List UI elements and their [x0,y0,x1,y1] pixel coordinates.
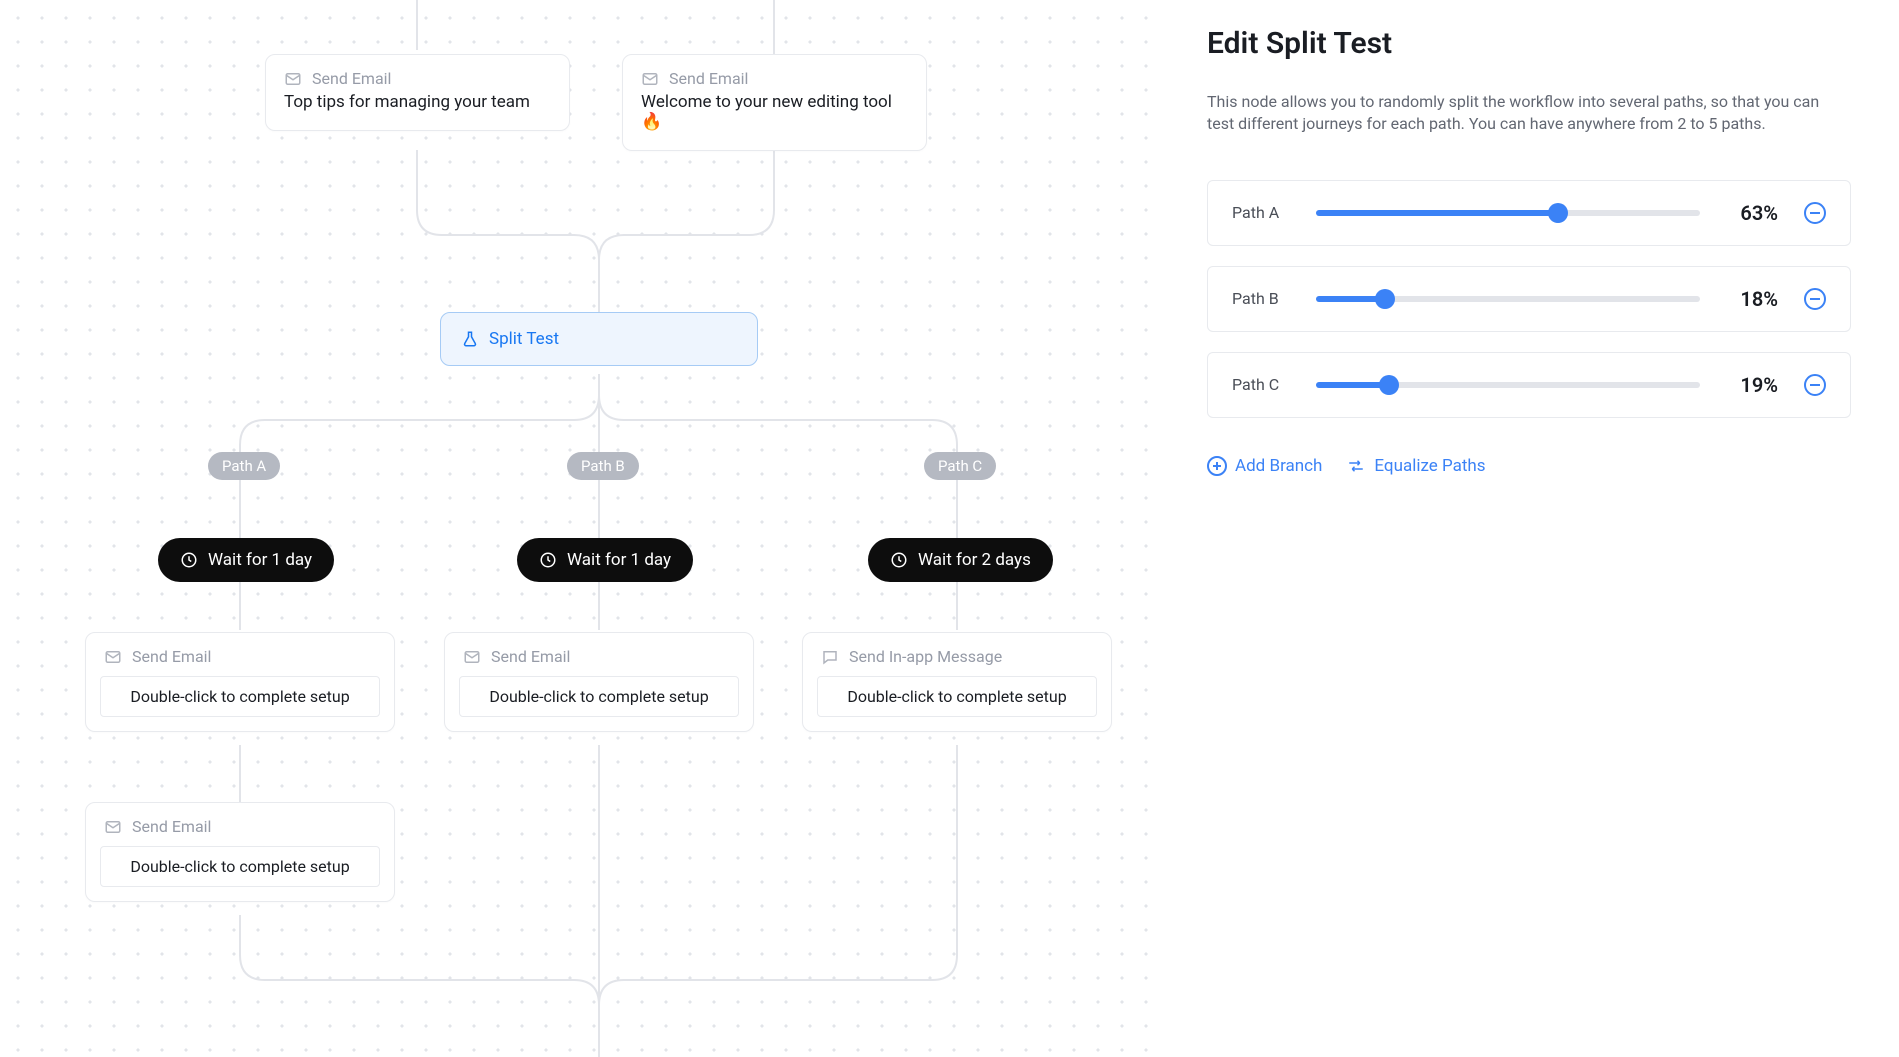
inapp-node-c1[interactable]: Send In-app Message Double-click to comp… [802,632,1112,732]
sidebar-description: This node allows you to randomly split t… [1207,91,1827,136]
path-label: Path A [1232,203,1290,222]
flask-icon [461,330,479,348]
email-node-1[interactable]: Send Email Top tips for managing your te… [265,54,570,131]
node-type-label: Send Email [669,69,748,88]
email-node-2[interactable]: Send Email Welcome to your new editing t… [622,54,927,151]
path-value: 18% [1726,287,1778,311]
path-value: 63% [1726,201,1778,225]
path-slider-b[interactable] [1316,296,1700,302]
path-label: Path B [1232,289,1290,308]
equalize-icon [1346,457,1366,475]
node-type-label: Send In-app Message [849,647,1002,666]
path-badge-c: Path C [924,452,996,480]
path-slider-c[interactable] [1316,382,1700,388]
wait-label: Wait for 1 day [208,550,312,570]
placeholder-text[interactable]: Double-click to complete setup [100,846,380,887]
path-badge-b: Path B [567,452,639,480]
node-title: Welcome to your new editing tool 🔥 [623,92,926,150]
slider-thumb[interactable] [1375,289,1395,309]
slider-thumb[interactable] [1548,203,1568,223]
slider-thumb[interactable] [1379,375,1399,395]
path-label: Path C [1232,375,1290,394]
edit-sidebar: Edit Split Test This node allows you to … [1159,0,1899,1057]
node-title: Top tips for managing your team [266,92,569,130]
remove-path-button[interactable] [1804,288,1826,310]
wait-node-a[interactable]: Wait for 1 day [158,538,334,582]
equalize-paths-button[interactable]: Equalize Paths [1346,456,1485,476]
add-branch-button[interactable]: Add Branch [1207,456,1322,476]
message-icon [821,648,839,666]
remove-path-button[interactable] [1804,202,1826,224]
node-type-label: Send Email [132,817,211,836]
placeholder-text[interactable]: Double-click to complete setup [817,676,1097,717]
node-type-label: Send Email [491,647,570,666]
split-node-label: Split Test [489,329,559,349]
mail-icon [463,648,481,666]
path-badge-a: Path A [208,452,280,480]
split-test-node[interactable]: Split Test [440,312,758,366]
path-row-a: Path A 63% [1207,180,1851,246]
plus-circle-icon [1207,456,1227,476]
clock-icon [180,551,198,569]
path-row-b: Path B 18% [1207,266,1851,332]
clock-icon [539,551,557,569]
add-branch-label: Add Branch [1235,456,1322,476]
wait-node-b[interactable]: Wait for 1 day [517,538,693,582]
workflow-canvas[interactable]: Send Email Top tips for managing your te… [0,0,1159,1057]
placeholder-text[interactable]: Double-click to complete setup [100,676,380,717]
mail-icon [284,70,302,88]
email-node-b1[interactable]: Send Email Double-click to complete setu… [444,632,754,732]
path-row-c: Path C 19% [1207,352,1851,418]
path-value: 19% [1726,373,1778,397]
mail-icon [641,70,659,88]
mail-icon [104,818,122,836]
equalize-label: Equalize Paths [1374,456,1485,476]
placeholder-text[interactable]: Double-click to complete setup [459,676,739,717]
node-type-label: Send Email [312,69,391,88]
wait-label: Wait for 2 days [918,550,1031,570]
email-node-a1[interactable]: Send Email Double-click to complete setu… [85,632,395,732]
wait-node-c[interactable]: Wait for 2 days [868,538,1053,582]
mail-icon [104,648,122,666]
sidebar-title: Edit Split Test [1207,26,1851,61]
path-slider-a[interactable] [1316,210,1700,216]
node-type-label: Send Email [132,647,211,666]
clock-icon [890,551,908,569]
email-node-a2[interactable]: Send Email Double-click to complete setu… [85,802,395,902]
remove-path-button[interactable] [1804,374,1826,396]
wait-label: Wait for 1 day [567,550,671,570]
